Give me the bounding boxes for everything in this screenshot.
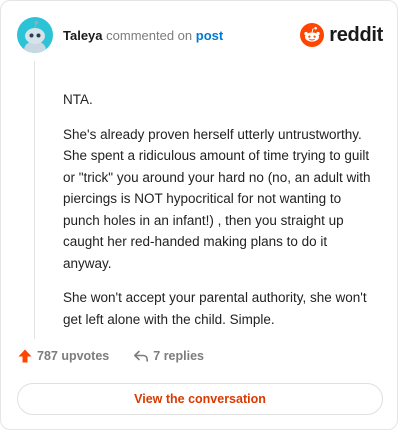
- comment-paragraph: NTA.: [63, 92, 93, 107]
- upvote-arrow-icon: [18, 349, 32, 363]
- comment-paragraph: She's already proven herself utterly unt…: [63, 126, 371, 271]
- upvote-count: 787 upvotes: [37, 349, 110, 363]
- replies-button[interactable]: 7 replies: [133, 348, 204, 364]
- reply-count: 7 replies: [153, 349, 204, 363]
- thread-line[interactable]: [34, 61, 35, 339]
- comment-body: NTA. She's already proven herself utterl…: [63, 89, 379, 343]
- post-link[interactable]: post: [196, 28, 223, 43]
- comment-card: Taleya commented on post reddit NTA. She…: [0, 0, 398, 430]
- brand-wordmark: reddit: [329, 23, 383, 46]
- user-avatar[interactable]: [17, 17, 53, 53]
- comment-paragraph: She won't accept your parental authority…: [63, 290, 367, 327]
- reddit-logo[interactable]: reddit: [300, 23, 383, 47]
- reply-arrow-icon: [134, 350, 149, 362]
- reddit-alien-icon: [300, 23, 325, 47]
- view-conversation-button[interactable]: View the conversation: [17, 383, 383, 415]
- commented-on-text: commented on: [106, 27, 193, 43]
- comment-actions: 787 upvotes 7 replies: [17, 348, 204, 364]
- author-line: Taleya commented on post: [63, 28, 223, 43]
- comment-header: Taleya commented on post reddit: [17, 17, 383, 53]
- snoo-avatar-icon: [24, 20, 46, 53]
- author-name[interactable]: Taleya: [63, 28, 103, 43]
- upvote-button[interactable]: 787 upvotes: [17, 348, 109, 364]
